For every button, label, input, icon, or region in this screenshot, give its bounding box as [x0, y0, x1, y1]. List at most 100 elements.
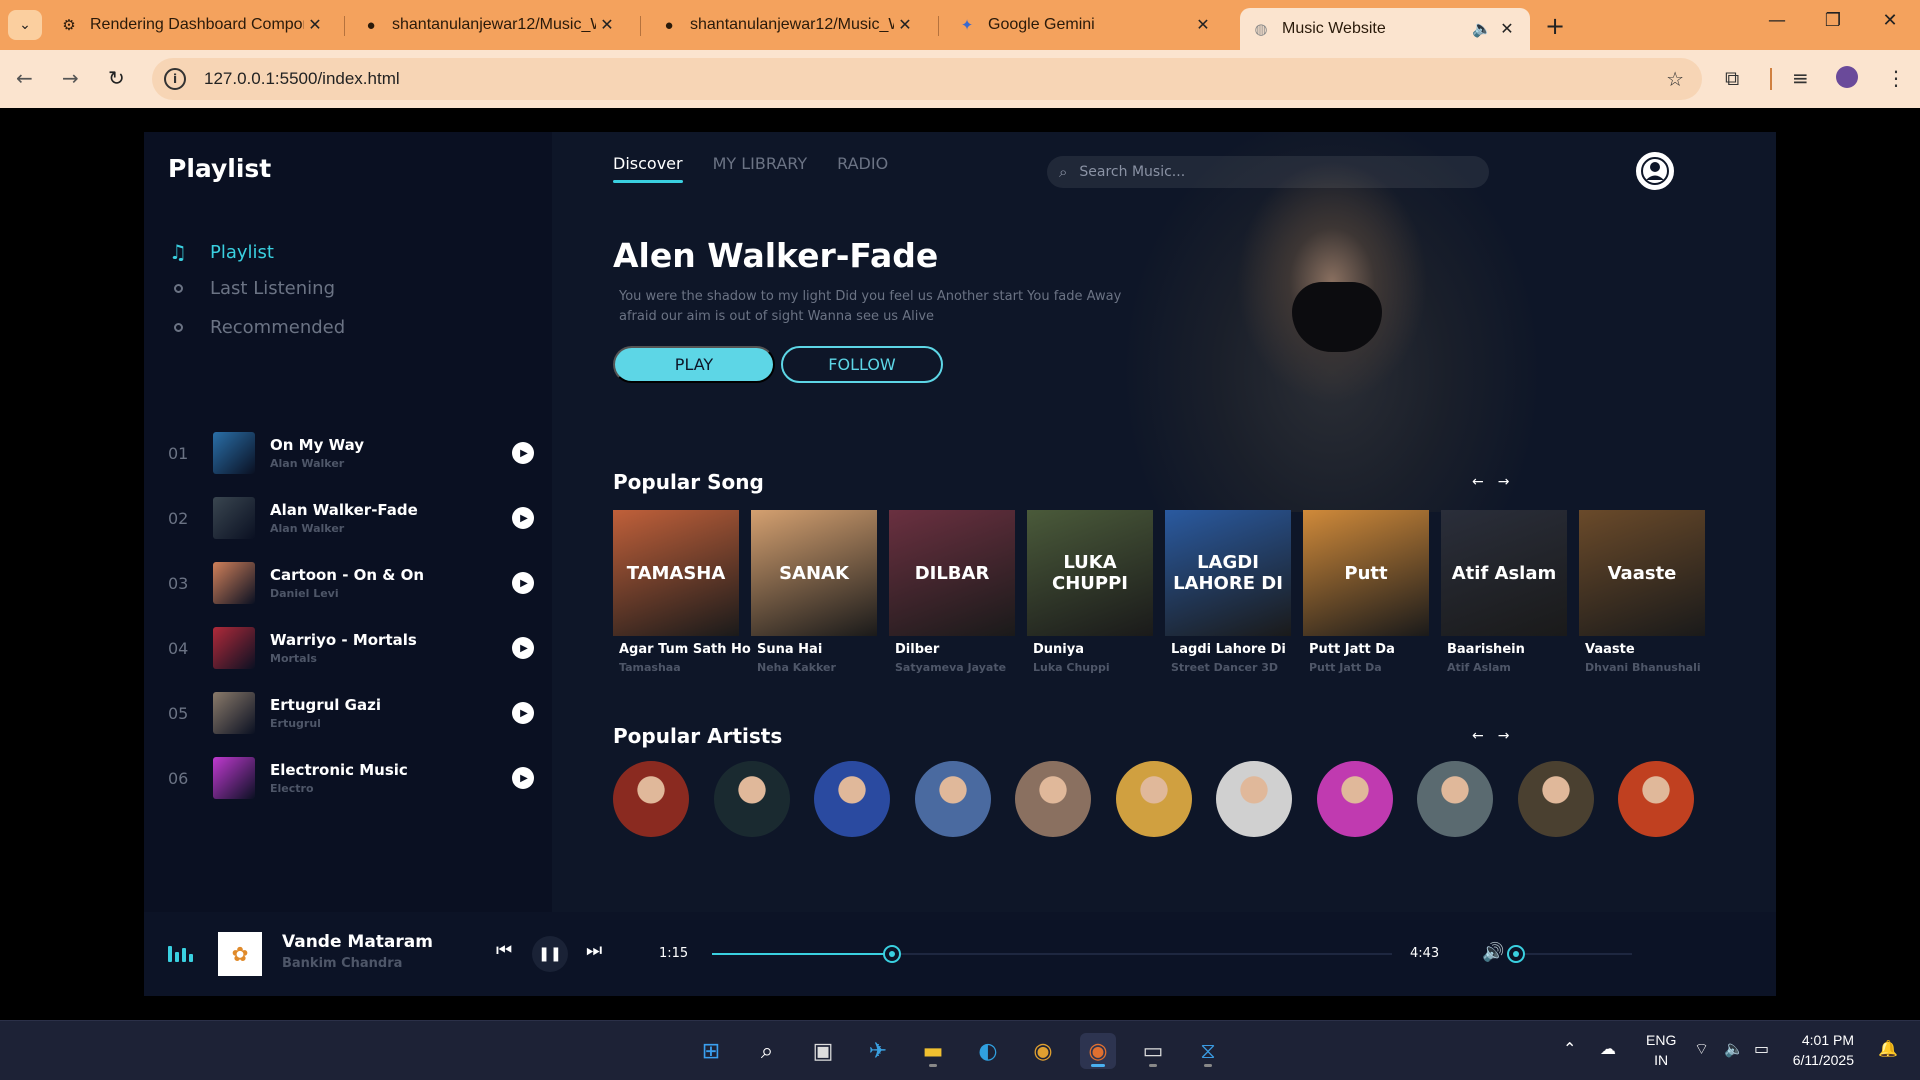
new-tab-button[interactable]: + [1545, 12, 1565, 40]
play-circle-icon[interactable]: ▶ [512, 767, 534, 789]
windows-start-icon[interactable]: ⊞ [693, 1033, 729, 1069]
reload-icon[interactable]: ↻ [108, 66, 125, 90]
notification-bell-icon[interactable]: 🔔 [1878, 1039, 1898, 1058]
arrow-right-icon[interactable]: → [1498, 474, 1510, 490]
sidebar-item-last-listening[interactable]: Last Listening [168, 278, 335, 299]
artist-avatar[interactable] [613, 761, 689, 837]
track-row[interactable]: 06 Electronic Music Electro ▶ [168, 755, 534, 801]
progress-bar[interactable] [712, 945, 1392, 963]
sidebar-item-label: Last Listening [210, 278, 335, 299]
track-row[interactable]: 03 Cartoon - On & On Daniel Levi ▶ [168, 560, 534, 606]
follow-button[interactable]: FOLLOW [781, 346, 943, 383]
artist-avatar[interactable] [1316, 761, 1393, 837]
track-row[interactable]: 01 On My Way Alan Walker ▶ [168, 430, 534, 476]
github-icon: ● [664, 16, 674, 34]
artist-avatar[interactable] [1015, 761, 1091, 837]
menu-dots-icon[interactable]: ⋮ [1886, 66, 1906, 90]
volume-slider[interactable] [1507, 945, 1632, 963]
browser-tab-1[interactable]: ⚙ Rendering Dashboard Components ✕ [48, 8, 338, 42]
close-window-button[interactable]: ✕ [1875, 10, 1905, 31]
audio-playing-icon[interactable]: 🔈 [1468, 19, 1496, 39]
pause-button[interactable]: ❚❚ [532, 936, 568, 972]
next-track-icon[interactable]: ⏭ [586, 940, 602, 961]
telegram-icon[interactable]: ✈ [860, 1033, 896, 1069]
artist-avatar[interactable] [914, 761, 991, 837]
close-tab-icon[interactable]: ✕ [596, 15, 618, 35]
arrow-left-icon[interactable]: ← [1472, 474, 1484, 490]
terminal-icon[interactable]: ▭ [1135, 1033, 1171, 1069]
site-info-icon[interactable]: i [164, 68, 186, 90]
profile-avatar[interactable] [1836, 66, 1858, 88]
battery-icon[interactable]: ▭ [1754, 1039, 1769, 1058]
vscode-icon[interactable]: ⧖ [1190, 1033, 1226, 1069]
volume-icon[interactable]: 🔊 [1482, 942, 1504, 963]
restore-button[interactable]: ❐ [1818, 10, 1848, 31]
tab-my-library[interactable]: MY LIBRARY [713, 154, 808, 183]
speaker-icon[interactable]: 🔈 [1724, 1039, 1744, 1058]
chrome-canary-icon[interactable]: ◉ [1080, 1033, 1116, 1069]
play-button[interactable]: PLAY [613, 346, 775, 383]
edge-icon[interactable]: ◐ [970, 1033, 1006, 1069]
track-row[interactable]: 04 Warriyo - Mortals Mortals ▶ [168, 625, 534, 671]
artist-avatar[interactable] [814, 761, 890, 837]
browser-tab-2[interactable]: ● shantanulanjewar12/Music_Website ✕ [350, 8, 630, 42]
artist-avatar[interactable] [1115, 761, 1192, 837]
browser-tab-4[interactable]: ✦ Google Gemini ✕ [946, 8, 1226, 42]
song-cover: Putt [1303, 510, 1429, 636]
search-icon[interactable]: ⌕ [749, 1033, 785, 1069]
close-tab-icon[interactable]: ✕ [894, 15, 916, 35]
play-circle-icon[interactable]: ▶ [512, 442, 534, 464]
sidebar-item-recommended[interactable]: Recommended [168, 317, 345, 338]
chrome-icon[interactable]: ◉ [1025, 1033, 1061, 1069]
chevron-up-icon[interactable]: ⌃ [1563, 1039, 1576, 1058]
forward-icon[interactable]: → [62, 66, 79, 90]
tab-radio[interactable]: RADIO [837, 154, 888, 183]
artist-avatar[interactable] [1618, 761, 1694, 837]
arrow-left-icon[interactable]: ← [1472, 728, 1484, 744]
browser-tab-3[interactable]: ● shantanulanjewar12/Music_Website ✕ [648, 8, 928, 42]
language-indicator[interactable]: ENG IN [1646, 1030, 1676, 1070]
artist-avatar[interactable] [1417, 761, 1493, 837]
onedrive-cloud-icon[interactable]: ☁ [1600, 1039, 1616, 1058]
tab-discover[interactable]: Discover [613, 154, 683, 183]
task-view-icon[interactable]: ▣ [805, 1033, 841, 1069]
browser-tab-5-active[interactable]: ◍ Music Website 🔈 ✕ [1240, 8, 1530, 50]
back-icon[interactable]: ← [16, 66, 33, 90]
tab-search-button[interactable]: ⌄ [8, 10, 42, 40]
song-card[interactable]: Putt Putt Jatt Da Putt Jatt Da [1303, 510, 1429, 685]
song-card[interactable]: Atif Aslam Baarishein Atif Aslam [1441, 510, 1567, 685]
track-row[interactable]: 02 Alan Walker-Fade Alan Walker ▶ [168, 495, 534, 541]
wifi-icon[interactable]: ⌔ [1694, 1039, 1709, 1059]
close-tab-icon[interactable]: ✕ [1192, 15, 1214, 35]
sidebar-item-playlist[interactable]: ♫ Playlist [168, 240, 274, 264]
file-explorer-icon[interactable]: ▬ [915, 1033, 951, 1069]
play-circle-icon[interactable]: ▶ [512, 572, 534, 594]
play-circle-icon[interactable]: ▶ [512, 637, 534, 659]
close-tab-icon[interactable]: ✕ [1496, 19, 1518, 39]
system-clock[interactable]: 4:01 PM 6/11/2025 [1782, 1030, 1854, 1070]
extensions-icon[interactable]: ⧉ [1725, 66, 1739, 90]
song-card[interactable]: SANAK Suna Hai Neha Kakker [751, 510, 877, 685]
user-profile-button[interactable] [1636, 152, 1674, 190]
song-card[interactable]: DILBAR Dilber Satyameva Jayate [889, 510, 1015, 685]
address-bar[interactable]: i 127.0.0.1:5500/index.html ☆ [152, 58, 1702, 100]
play-circle-icon[interactable]: ▶ [512, 702, 534, 724]
song-card[interactable]: LUKA CHUPPI Duniya Luka Chuppi [1027, 510, 1153, 685]
track-row[interactable]: 05 Ertugrul Gazi Ertugrul ▶ [168, 690, 534, 736]
song-card[interactable]: LAGDI LAHORE DI Lagdi Lahore Di Street Dan… [1165, 510, 1291, 685]
song-card[interactable]: TAMASHA Agar Tum Sath Ho Tamashaa [613, 510, 751, 685]
minimize-button[interactable]: — [1762, 10, 1792, 31]
artist-avatar[interactable] [713, 761, 790, 837]
arrow-right-icon[interactable]: → [1498, 728, 1510, 744]
media-control-icon[interactable]: ≡ [1792, 66, 1809, 90]
progress-knob[interactable] [883, 945, 902, 963]
search-input[interactable] [1079, 164, 1460, 180]
play-circle-icon[interactable]: ▶ [512, 507, 534, 529]
bookmark-star-icon[interactable]: ☆ [1666, 67, 1684, 91]
artist-avatar[interactable] [1216, 761, 1292, 837]
artist-avatar[interactable] [1517, 761, 1594, 837]
song-card[interactable]: Vaaste Vaaste Dhvani Bhanushali [1579, 510, 1705, 685]
previous-track-icon[interactable]: ⏮ [496, 940, 512, 961]
close-tab-icon[interactable]: ✕ [304, 15, 326, 35]
volume-knob[interactable] [1507, 945, 1525, 963]
